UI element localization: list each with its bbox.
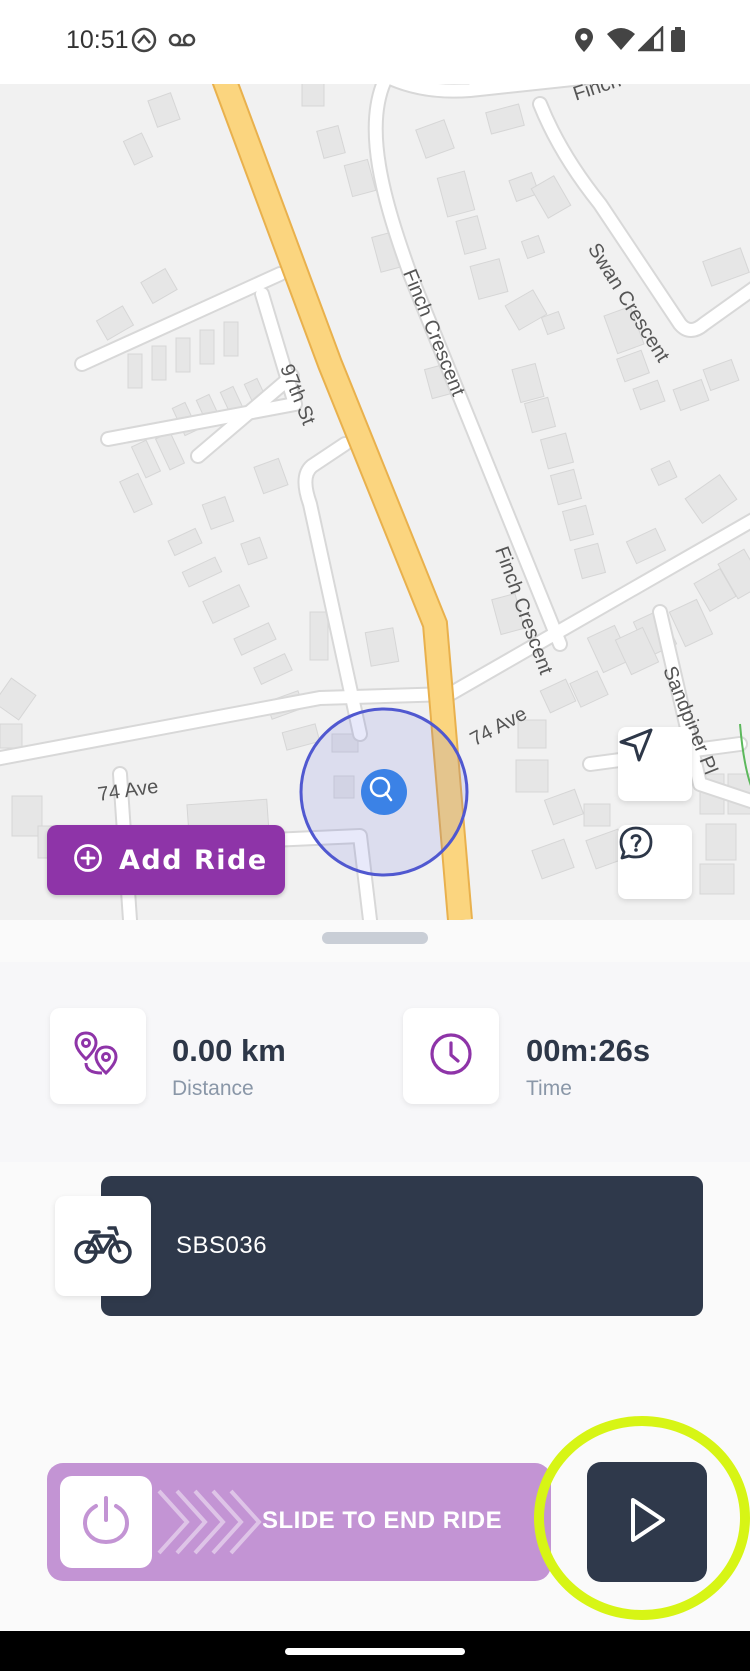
ride-bottom-sheet: 0.00 km Distance 00m:26s Time SBS036 SLI… — [0, 920, 750, 1627]
status-bar: 10:51 — [0, 0, 750, 84]
play-button[interactable] — [587, 1462, 707, 1582]
battery-icon — [670, 26, 686, 59]
time-label: Time — [526, 1077, 572, 1100]
bike-id: SBS036 — [176, 1232, 268, 1259]
system-nav-bar — [0, 1631, 750, 1671]
slide-chevrons — [155, 1485, 265, 1564]
slide-to-end-label: SLIDE TO END RIDE — [262, 1507, 503, 1534]
status-time: 10:51 — [66, 26, 129, 54]
route-pins-icon — [72, 1029, 124, 1084]
time-icon-card — [403, 1008, 499, 1104]
location-icon — [572, 26, 596, 59]
map-view[interactable]: Finch Crescent Finch Crescent Swan Cresc… — [0, 84, 750, 920]
sheet-drag-handle[interactable] — [322, 932, 428, 944]
clock-icon — [428, 1031, 474, 1082]
signal-icon — [636, 24, 664, 59]
power-icon — [81, 1494, 131, 1551]
time-value: 00m:26s — [526, 1033, 651, 1068]
ride-screen: 10:51 Finch Crescent Finch Crescent Swan… — [0, 0, 750, 1671]
bike-icon-card — [55, 1196, 151, 1296]
slider-handle[interactable] — [60, 1476, 152, 1568]
voicemail-icon — [167, 26, 197, 59]
android-auto-icon — [130, 26, 158, 59]
distance-label: Distance — [172, 1077, 254, 1100]
home-gesture-pill[interactable] — [285, 1648, 465, 1655]
add-ride-button[interactable]: Add Ride — [47, 825, 285, 895]
distance-icon-card — [50, 1008, 146, 1104]
end-ride-slider[interactable]: SLIDE TO END RIDE — [47, 1463, 551, 1581]
wifi-icon — [606, 26, 636, 59]
recenter-button[interactable] — [618, 727, 692, 801]
help-button[interactable] — [618, 825, 692, 899]
distance-value: 0.00 km — [172, 1033, 286, 1068]
plus-circle-icon — [73, 843, 103, 878]
bicycle-icon — [73, 1222, 133, 1271]
play-icon — [625, 1496, 669, 1549]
add-ride-label: Add Ride — [119, 844, 268, 876]
